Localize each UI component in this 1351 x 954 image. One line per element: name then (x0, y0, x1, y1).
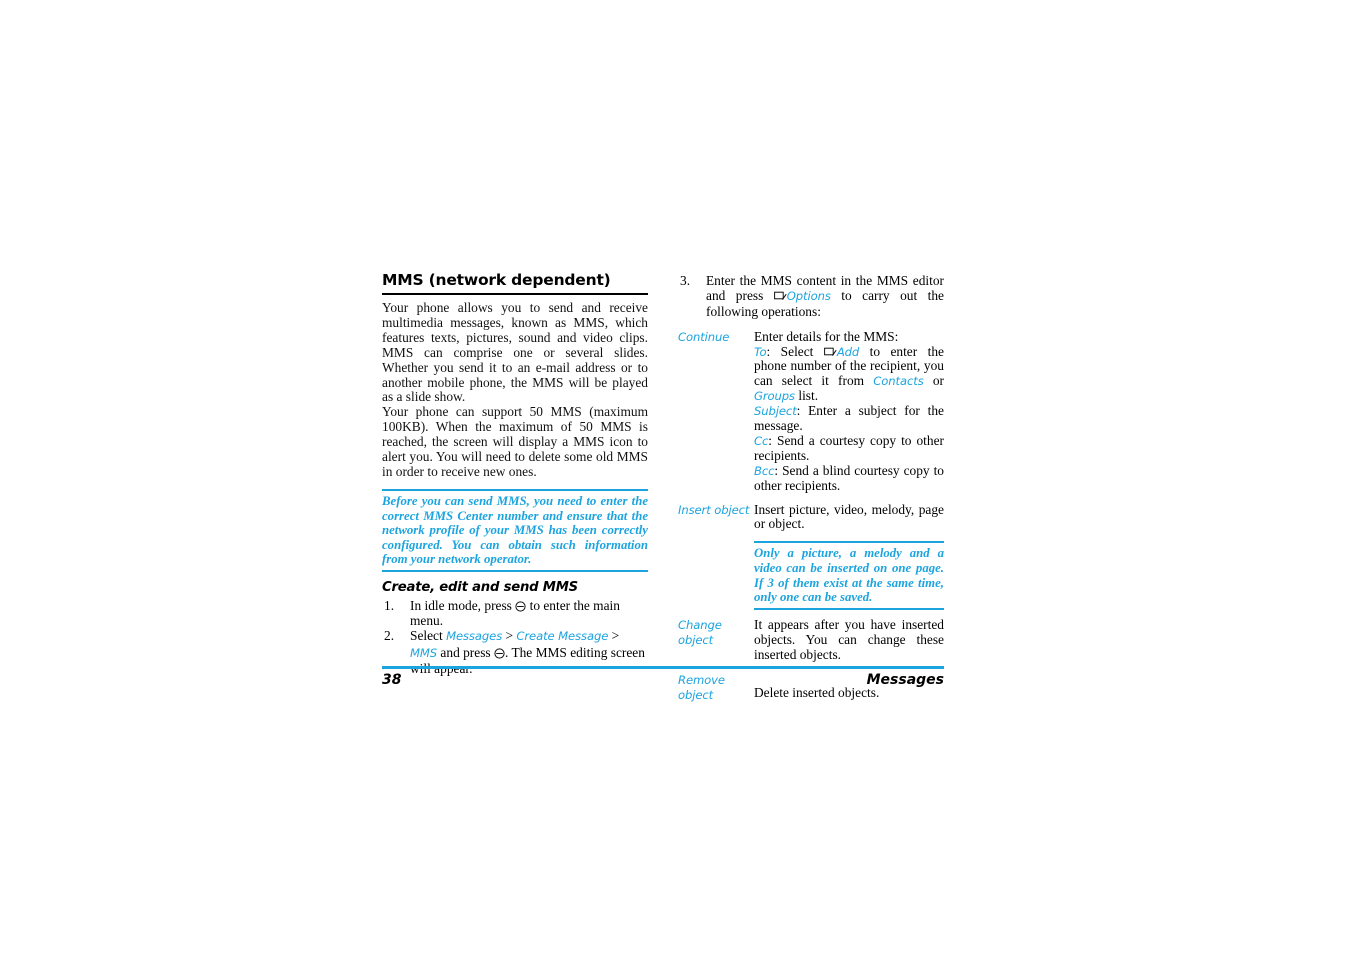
menu-link-contacts[interactable]: Contacts (873, 374, 923, 388)
step-text-prefix: Select (410, 628, 447, 644)
option-row-insert-object: Insert object Insert picture, video, mel… (678, 501, 944, 612)
option-label[interactable]: Continue (678, 330, 754, 345)
step-number: 3. (680, 273, 691, 288)
field-label-subject[interactable]: Subject (754, 404, 797, 418)
menu-link-options[interactable]: Options (787, 289, 831, 303)
field-label-to[interactable]: To (754, 345, 767, 359)
menu-link-groups[interactable]: Groups (754, 389, 795, 403)
menu-separator: > (502, 628, 517, 644)
right-column: 3. Enter the MMS content in the MMS edito… (678, 272, 944, 712)
step-number: 2. (384, 628, 395, 644)
softkey-icon (773, 291, 787, 302)
step-text-mid: and press (437, 644, 494, 660)
option-description: Insert picture, video, melody, page or o… (754, 501, 944, 612)
option-desc-line: Enter details for the MMS: (754, 328, 899, 344)
option-row-change-object: Change object It appears after you have … (678, 616, 944, 663)
option-desc-text: It appears after you have inserted objec… (754, 616, 944, 662)
insert-object-note: Only a picture, a melody and a video can… (754, 541, 944, 610)
option-description: It appears after you have inserted objec… (754, 616, 944, 663)
subsection-title: Create, edit and send MMS (382, 579, 578, 595)
step-item: 3. Enter the MMS content in the MMS edito… (678, 273, 944, 320)
menu-path-create-message[interactable]: Create Message (516, 629, 608, 643)
option-desc-text: Delete inserted objects. (754, 685, 880, 701)
option-row-continue: Continue Enter details for the MMS: To: … (678, 328, 944, 494)
option-desc-subject: Subject: Enter a subject for the message… (754, 403, 944, 434)
section-name: Messages (866, 672, 944, 688)
intro-paragraph-2: Your phone can support 50 MMS (maximum 1… (382, 404, 648, 480)
navigation-key-icon (515, 601, 526, 612)
intro-paragraph-1: Your phone allows you to send and receiv… (382, 300, 648, 405)
manual-page: MMS (network dependent) Your phone allow… (0, 0, 1351, 954)
insert-object-note-text: Only a picture, a melody and a video can… (754, 546, 944, 605)
options-table: Continue Enter details for the MMS: To: … (678, 328, 944, 704)
footer-rule (382, 666, 944, 669)
option-desc-to: To: Select Add to enter the phone number… (754, 343, 944, 405)
step-text-prefix: In idle mode, press (410, 598, 516, 614)
option-desc-text: Insert picture, video, melody, page or o… (754, 501, 944, 532)
page-number: 38 (382, 672, 402, 688)
option-label[interactable]: Insert object (678, 503, 754, 518)
option-desc-bcc: Bcc: Send a blind courtesy copy to other… (754, 462, 944, 494)
menu-separator: > (608, 628, 620, 644)
create-mms-steps-continued: 3. Enter the MMS content in the MMS edito… (678, 273, 944, 320)
option-desc-cc: Cc: Send a courtesy copy to other recipi… (754, 432, 944, 464)
to-mid: or (923, 373, 944, 389)
field-label-bcc[interactable]: Bcc (754, 464, 775, 478)
mms-center-note: Before you can send MMS, you need to ent… (382, 488, 648, 572)
mms-center-note-text: Before you can send MMS, you need to ent… (382, 493, 648, 567)
navigation-key-icon (494, 648, 505, 659)
cc-text: : Send a courtesy copy to other recipien… (754, 432, 944, 463)
page-footer: 38 Messages (382, 666, 944, 688)
menu-path-messages[interactable]: Messages (446, 629, 502, 643)
option-description: Enter details for the MMS: To: Select Ad… (754, 328, 944, 494)
create-mms-steps: 1. In idle mode, press to enter the main … (382, 598, 648, 676)
page-title: MMS (network dependent) (382, 271, 611, 289)
to-end: list. (795, 388, 819, 404)
step-item: 1. In idle mode, press to enter the main … (382, 598, 648, 628)
bcc-text: : Send a blind courtesy copy to other re… (754, 462, 944, 493)
left-column: MMS (network dependent) Your phone allow… (382, 271, 648, 676)
menu-link-add[interactable]: Add (837, 345, 859, 359)
to-pre: : Select (766, 343, 824, 359)
footer-row: 38 Messages (382, 672, 944, 688)
softkey-icon (823, 347, 837, 358)
field-label-cc[interactable]: Cc (754, 434, 768, 448)
menu-path-mms[interactable]: MMS (410, 646, 437, 660)
option-label[interactable]: Change object (678, 618, 754, 648)
title-underline (382, 293, 648, 296)
step-number: 1. (384, 598, 395, 614)
